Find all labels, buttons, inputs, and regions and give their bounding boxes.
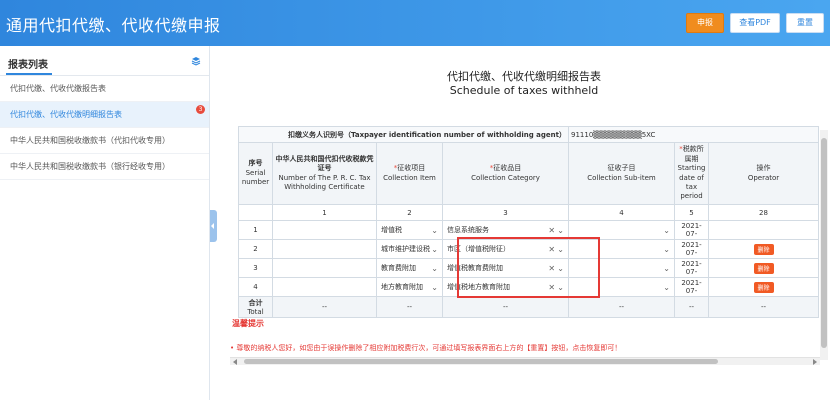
certificate-input[interactable] bbox=[272, 258, 377, 278]
collection-item-select[interactable]: 教育费附加 ⌄ bbox=[376, 258, 443, 278]
start-date-input[interactable]: 2021-07- bbox=[674, 277, 709, 297]
sidebar-item-tax-receipt-bank[interactable]: 中华人民共和国税收缴款书（银行经收专用） bbox=[0, 154, 209, 180]
total-cell: -- bbox=[442, 296, 569, 318]
header-serial: 序号 Serial number bbox=[238, 142, 273, 205]
delete-row-button[interactable]: 删除 bbox=[753, 243, 774, 255]
header-collection-category: *征收品目 Collection Category bbox=[442, 142, 569, 205]
header-start-date: *税款所属期 Starting date of tax period bbox=[674, 142, 709, 205]
agent-id-label: 扣缴义务人识别号（Taxpayer identification number … bbox=[238, 126, 569, 143]
chevron-down-icon: ⌄ bbox=[431, 263, 438, 273]
collection-item-select[interactable]: 增值税 ⌄ bbox=[376, 220, 443, 240]
highlight-annotation-box bbox=[457, 237, 600, 298]
column-index: 28 bbox=[707, 204, 820, 221]
header-certificate: 中华人民共和国代扣代收税款凭证号 Number of The P. R. C. T… bbox=[272, 142, 377, 205]
header-collection-item: *征收项目 Collection Item bbox=[376, 142, 443, 205]
chevron-down-icon: ⌄ bbox=[557, 225, 564, 235]
total-cell: -- bbox=[376, 296, 443, 318]
total-cell: -- bbox=[674, 296, 709, 318]
chevron-down-icon: ⌄ bbox=[431, 244, 438, 254]
chevron-down-icon: ⌄ bbox=[431, 225, 438, 235]
column-index: 2 bbox=[376, 204, 443, 221]
total-cell: -- bbox=[568, 296, 675, 318]
certificate-input[interactable] bbox=[272, 277, 377, 297]
start-date-input[interactable]: 2021-07- bbox=[674, 258, 709, 278]
column-index: 5 bbox=[674, 204, 709, 221]
chevron-down-icon: ⌄ bbox=[663, 225, 670, 235]
certificate-input[interactable] bbox=[272, 239, 377, 259]
column-index: 1 bbox=[272, 204, 377, 221]
row-serial: 3 bbox=[238, 258, 273, 278]
column-index-row: 1 2 3 4 5 28 bbox=[238, 204, 820, 221]
sidebar-item-withholding-detail[interactable]: 代扣代缴、代收代缴明细报告表 3 bbox=[0, 102, 209, 128]
chevron-down-icon: ⌄ bbox=[663, 282, 670, 292]
tips-title: 温馨提示 bbox=[232, 319, 264, 328]
delete-row-button[interactable]: 删除 bbox=[753, 281, 774, 293]
sidebar-title: 报表列表 bbox=[8, 60, 48, 71]
sidebar-item-label: 中华人民共和国税收缴款书（银行经收专用） bbox=[10, 162, 170, 171]
operator-cell bbox=[707, 220, 820, 240]
horizontal-scrollbar[interactable] bbox=[230, 357, 820, 365]
clear-icon: ✕ bbox=[548, 225, 556, 235]
collection-item-select[interactable]: 地方教育附加 ⌄ bbox=[376, 277, 443, 297]
operator-cell: 删除 bbox=[707, 239, 820, 259]
sidebar-item-label: 代扣代缴、代收代缴明细报告表 bbox=[10, 110, 122, 119]
agent-row: 扣缴义务人识别号（Taxpayer identification number … bbox=[238, 126, 820, 143]
operator-cell: 删除 bbox=[707, 277, 820, 297]
scrollbar-thumb[interactable] bbox=[821, 138, 827, 348]
header-operator: 操作 Operator bbox=[707, 142, 820, 205]
chevron-down-icon: ⌄ bbox=[663, 263, 670, 273]
operator-cell: 删除 bbox=[707, 258, 820, 278]
top-bar: 通用代扣代缴、代收代缴申报 申报 查看PDF 重置 bbox=[0, 0, 830, 46]
sidebar-item-label: 中华人民共和国税收缴款书（代扣代收专用） bbox=[10, 136, 170, 145]
view-pdf-button[interactable]: 查看PDF bbox=[730, 13, 780, 33]
vertical-scrollbar[interactable] bbox=[820, 130, 828, 360]
total-cell: -- bbox=[272, 296, 377, 318]
total-cell: -- bbox=[707, 296, 820, 318]
chevron-down-icon: ⌄ bbox=[431, 282, 438, 292]
total-label: 合计 Total bbox=[238, 296, 273, 318]
sidebar-item-label: 代扣代缴、代收代缴报告表 bbox=[10, 84, 106, 93]
sidebar-title-underline bbox=[6, 73, 52, 75]
total-row: 合计 Total -- -- -- -- -- -- bbox=[238, 296, 820, 318]
scrollbar-thumb[interactable] bbox=[244, 359, 718, 364]
reset-button[interactable]: 重置 bbox=[786, 13, 824, 33]
report-list-sidebar: 报表列表 代扣代缴、代收代缴报告表 代扣代缴、代收代缴明细报告表 3 中华人民共… bbox=[0, 46, 210, 400]
declare-button[interactable]: 申报 bbox=[686, 13, 724, 33]
document-title-en: Schedule of taxes withheld bbox=[449, 84, 599, 97]
delete-row-button[interactable]: 删除 bbox=[753, 262, 774, 274]
row-serial: 4 bbox=[238, 277, 273, 297]
sidebar-item-tax-receipt-withholding[interactable]: 中华人民共和国税收缴款书（代扣代收专用） bbox=[0, 128, 209, 154]
app-title: 通用代扣代缴、代收代缴申报 bbox=[6, 16, 221, 35]
document-title-cn: 代扣代缴、代收代缴明细报告表 bbox=[447, 70, 601, 83]
header-collection-subitem: 征收子目 Collection Sub-item bbox=[568, 142, 675, 205]
sidebar-collapse-handle[interactable] bbox=[210, 210, 217, 242]
collection-item-select[interactable]: 城市维护建设税 ⌄ bbox=[376, 239, 443, 259]
start-date-input[interactable]: 2021-07- bbox=[674, 220, 709, 240]
row-serial: 2 bbox=[238, 239, 273, 259]
row-serial: 1 bbox=[238, 220, 273, 240]
column-index: 3 bbox=[442, 204, 569, 221]
sidebar-item-withholding-report[interactable]: 代扣代缴、代收代缴报告表 bbox=[0, 76, 209, 102]
count-badge: 3 bbox=[196, 105, 205, 114]
header-row: 序号 Serial number 中华人民共和国代扣代收税款凭证号 Number o… bbox=[238, 142, 820, 205]
layers-icon[interactable] bbox=[191, 56, 201, 66]
column-index: 4 bbox=[568, 204, 675, 221]
start-date-input[interactable]: 2021-07- bbox=[674, 239, 709, 259]
sidebar-header: 报表列表 bbox=[0, 46, 209, 76]
scroll-left-icon[interactable] bbox=[233, 359, 237, 365]
chevron-down-icon: ⌄ bbox=[663, 244, 670, 254]
certificate-input[interactable] bbox=[272, 220, 377, 240]
scroll-right-icon[interactable] bbox=[813, 359, 817, 365]
agent-id-value: 91110▒▒▒▒▒▒▒▒▒5XC bbox=[567, 126, 820, 143]
tips-message: • 尊敬的纳税人您好，如您由于误操作删除了相应附加税费行次，可通过填写报表界面右… bbox=[230, 344, 622, 352]
